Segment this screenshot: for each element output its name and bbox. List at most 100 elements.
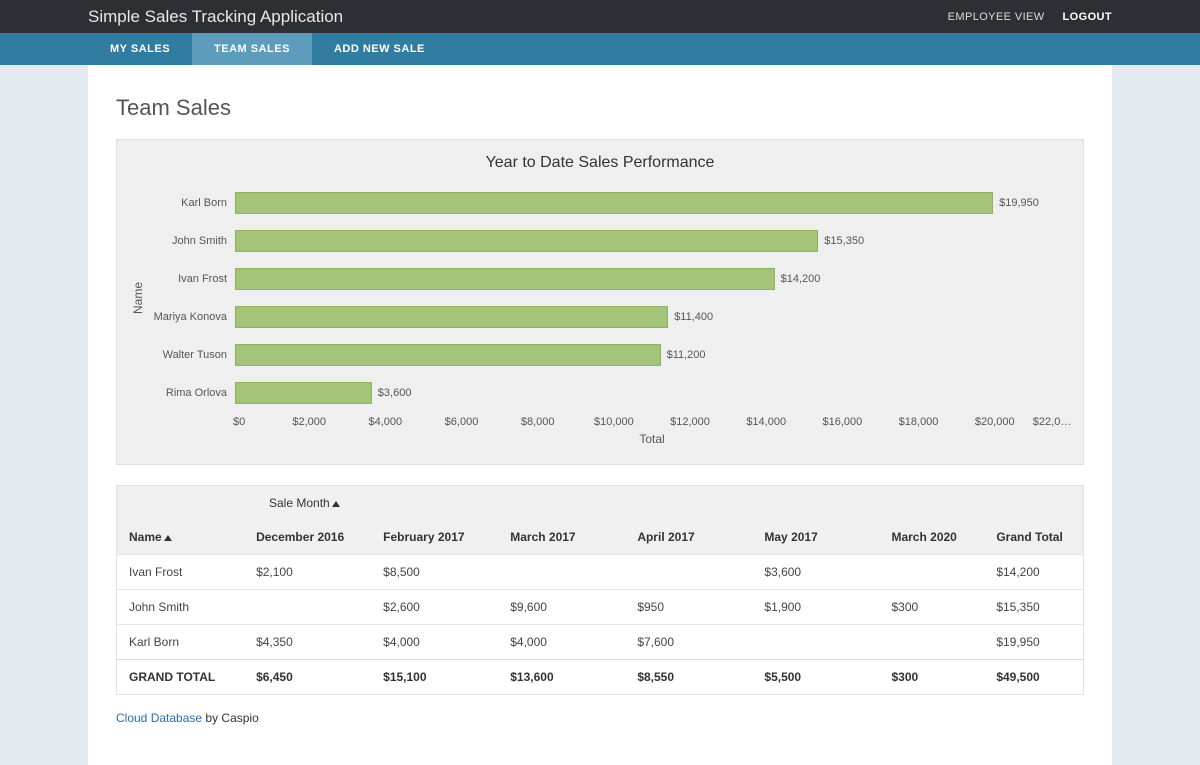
- column-header[interactable]: April 2017: [625, 520, 752, 554]
- column-header[interactable]: May 2017: [752, 520, 879, 554]
- table-row: John Smith$2,600$9,600$950$1,900$300$15,…: [117, 589, 1083, 624]
- page-title: Team Sales: [116, 95, 1084, 121]
- bar-row: $11,200: [235, 336, 1071, 374]
- x-tick-label: $18,000: [880, 416, 956, 428]
- x-axis-title: Total: [233, 432, 1071, 446]
- table-row: Ivan Frost$2,100$8,500 $3,600 $14,200: [117, 554, 1083, 589]
- cell-name: John Smith: [117, 590, 244, 624]
- top-links: EMPLOYEE VIEW LOGOUT: [948, 11, 1112, 23]
- column-header[interactable]: February 2017: [371, 520, 498, 554]
- app-title: Simple Sales Tracking Application: [88, 7, 343, 27]
- top-bar: Simple Sales Tracking Application EMPLOY…: [0, 0, 1200, 33]
- cell-value: $14,200: [984, 555, 1083, 589]
- grand-total-cell: $5,500: [752, 660, 879, 694]
- column-header[interactable]: March 2017: [498, 520, 625, 554]
- bar[interactable]: [235, 382, 372, 404]
- chart-panel: Year to Date Sales Performance Name Karl…: [116, 139, 1084, 465]
- cell-value: $4,000: [498, 625, 625, 659]
- bar-row: $15,350: [235, 222, 1071, 260]
- table-grand-total-row: GRAND TOTAL$6,450$15,100$13,600$8,550$5,…: [117, 659, 1083, 694]
- bar[interactable]: [235, 344, 661, 366]
- cell-value: [752, 625, 879, 659]
- x-tick-label: $20,000: [957, 416, 1033, 428]
- grand-total-cell: $8,550: [625, 660, 752, 694]
- bar-row: $11,400: [235, 298, 1071, 336]
- grand-total-cell: $6,450: [244, 660, 371, 694]
- y-tick-label: Mariya Konova: [147, 298, 227, 336]
- x-tick-label: $16,000: [804, 416, 880, 428]
- logout-link[interactable]: LOGOUT: [1063, 11, 1112, 23]
- y-tick-label: John Smith: [147, 222, 227, 260]
- y-tick-label: Karl Born: [147, 184, 227, 222]
- chart-bars: $19,950 $15,350 $14,200 $11,400 $11,200 $3,60…: [235, 184, 1071, 412]
- x-tick-label: $12,000: [652, 416, 728, 428]
- grand-total-cell: $49,500: [984, 660, 1083, 694]
- cell-value: $3,600: [752, 555, 879, 589]
- grand-total-cell: $300: [879, 660, 984, 694]
- page-content: Team Sales Year to Date Sales Performanc…: [88, 65, 1112, 765]
- nav-bar: MY SALES TEAM SALES ADD NEW SALE: [0, 33, 1200, 65]
- bar-value-label: $19,950: [999, 197, 1039, 209]
- table-header-row: NameDecember 2016February 2017March 2017…: [117, 520, 1083, 554]
- cell-name: Ivan Frost: [117, 555, 244, 589]
- column-header[interactable]: Grand Total: [984, 520, 1083, 554]
- column-header[interactable]: December 2016: [244, 520, 371, 554]
- x-tick-label: $14,000: [728, 416, 804, 428]
- cell-value: $2,100: [244, 555, 371, 589]
- column-header[interactable]: March 2020: [879, 520, 984, 554]
- x-tick-label: $6,000: [423, 416, 499, 428]
- bar-row: $3,600: [235, 374, 1071, 412]
- sale-month-header[interactable]: Sale Month: [257, 486, 352, 520]
- cell-value: $8,500: [371, 555, 498, 589]
- sales-table: Sale Month NameDecember 2016February 201…: [116, 485, 1084, 695]
- cloud-database-link[interactable]: Cloud Database: [116, 711, 202, 725]
- x-tick-label: $10,000: [576, 416, 652, 428]
- x-axis-ticks: $0$2,000$4,000$6,000$8,000$10,000$12,000…: [233, 416, 1071, 428]
- cell-value: $2,600: [371, 590, 498, 624]
- sort-asc-icon: [332, 501, 340, 507]
- column-header[interactable]: Name: [117, 520, 244, 554]
- bar-value-label: $11,200: [667, 349, 706, 361]
- cell-value: $19,950: [984, 625, 1083, 659]
- chart-title: Year to Date Sales Performance: [129, 154, 1071, 172]
- cell-value: [879, 555, 984, 589]
- grand-total-cell: $13,600: [498, 660, 625, 694]
- y-axis-title: Name: [129, 282, 147, 314]
- bar-value-label: $14,200: [781, 273, 821, 285]
- x-tick-label: $2,000: [271, 416, 347, 428]
- cell-value: $4,350: [244, 625, 371, 659]
- cell-value: $15,350: [984, 590, 1083, 624]
- footer-by-text: by Caspio: [202, 711, 259, 725]
- grand-total-label: GRAND TOTAL: [117, 660, 244, 694]
- cell-value: [244, 590, 371, 624]
- bar[interactable]: [235, 192, 993, 214]
- cell-value: $300: [879, 590, 984, 624]
- footer: Cloud Database by Caspio: [116, 711, 1084, 725]
- bar[interactable]: [235, 230, 818, 252]
- cell-value: [879, 625, 984, 659]
- bar-value-label: $11,400: [674, 311, 713, 323]
- nav-add-new-sale[interactable]: ADD NEW SALE: [312, 33, 447, 65]
- bar-row: $19,950: [235, 184, 1071, 222]
- x-tick-label: $4,000: [347, 416, 423, 428]
- table-row: Karl Born$4,350$4,000$4,000$7,600$19,950: [117, 624, 1083, 659]
- bar-row: $14,200: [235, 260, 1071, 298]
- bar[interactable]: [235, 268, 775, 290]
- cell-value: $1,900: [752, 590, 879, 624]
- table-super-header: Sale Month: [117, 486, 1083, 520]
- cell-name: Karl Born: [117, 625, 244, 659]
- sort-asc-icon: [164, 535, 172, 541]
- bar[interactable]: [235, 306, 668, 328]
- y-tick-label: Rima Orlova: [147, 374, 227, 412]
- y-tick-label: Walter Tuson: [147, 336, 227, 374]
- cell-value: [498, 555, 625, 589]
- nav-my-sales[interactable]: MY SALES: [88, 33, 192, 65]
- nav-team-sales[interactable]: TEAM SALES: [192, 33, 312, 65]
- bar-value-label: $15,350: [824, 235, 864, 247]
- employee-view-link[interactable]: EMPLOYEE VIEW: [948, 11, 1045, 23]
- cell-value: $9,600: [498, 590, 625, 624]
- cell-value: $4,000: [371, 625, 498, 659]
- x-tick-label: $22,0…: [1033, 416, 1071, 428]
- x-tick-label: $0: [233, 416, 271, 428]
- x-tick-label: $8,000: [500, 416, 576, 428]
